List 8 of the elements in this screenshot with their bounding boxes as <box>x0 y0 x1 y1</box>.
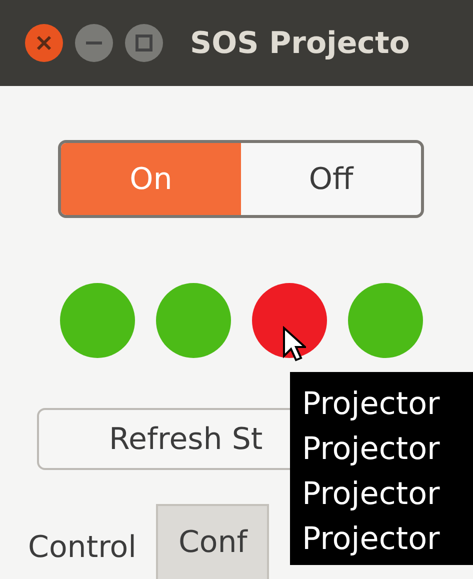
mouse-pointer-icon <box>282 326 306 362</box>
tooltip-line: Projector <box>302 520 441 559</box>
minimize-icon[interactable] <box>74 23 114 63</box>
tab[interactable]: Conf <box>156 504 270 579</box>
close-icon[interactable] <box>24 23 64 63</box>
maximize-icon[interactable] <box>124 23 164 63</box>
window-title: SOS Projecto <box>190 26 410 60</box>
tooltip-line: Projector <box>302 475 441 514</box>
